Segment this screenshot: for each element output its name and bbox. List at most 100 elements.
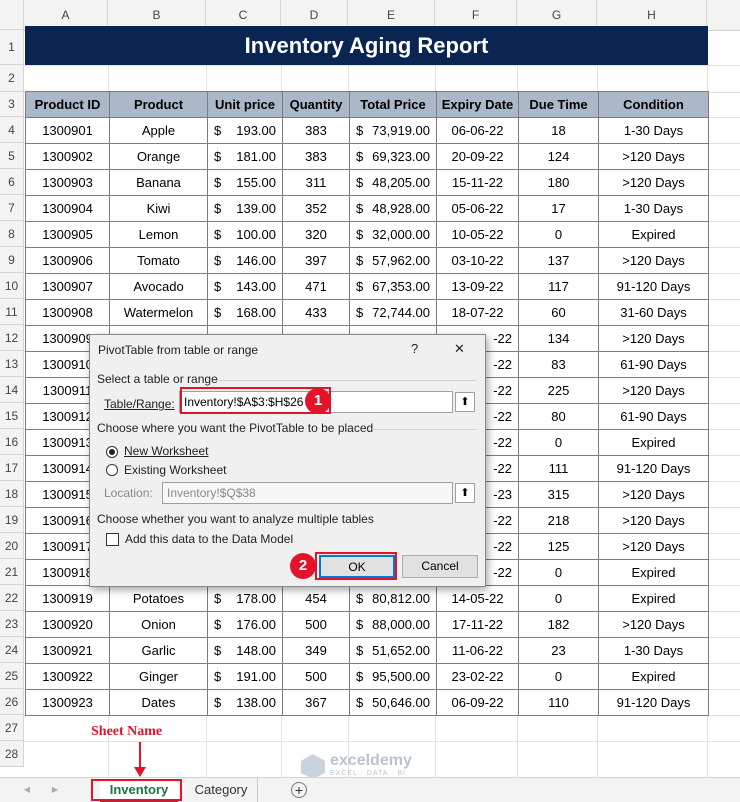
- table-cell[interactable]: 23: [518, 637, 599, 664]
- table-cell[interactable]: >120 Days: [598, 611, 709, 638]
- table-cell[interactable]: Expired: [598, 429, 709, 456]
- table-cell[interactable]: 0: [518, 559, 599, 586]
- row-header-17[interactable]: 17: [0, 455, 24, 481]
- table-cell[interactable]: 1-30 Days: [598, 195, 709, 222]
- location-picker-button[interactable]: ⬆: [455, 483, 475, 503]
- table-cell[interactable]: 180: [518, 169, 599, 196]
- table-cell[interactable]: 1-30 Days: [598, 117, 709, 144]
- table-cell[interactable]: >120 Days: [598, 247, 709, 274]
- row-header-27[interactable]: 27: [0, 715, 24, 741]
- sheet-tab-category[interactable]: Category: [185, 778, 258, 802]
- row-header-5[interactable]: 5: [0, 143, 24, 169]
- table-cell[interactable]: Kiwi: [109, 195, 208, 222]
- row-header-13[interactable]: 13: [0, 351, 24, 377]
- table-cell[interactable]: 1300906: [25, 247, 110, 274]
- row-header-18[interactable]: 18: [0, 481, 24, 507]
- table-cell[interactable]: 117: [518, 273, 599, 300]
- table-cell[interactable]: 17: [518, 195, 599, 222]
- table-cell[interactable]: 23-02-22: [436, 663, 519, 690]
- table-cell[interactable]: 18: [518, 117, 599, 144]
- row-header-23[interactable]: 23: [0, 611, 24, 637]
- table-cell[interactable]: 225: [518, 377, 599, 404]
- table-cell[interactable]: 320: [282, 221, 350, 248]
- table-cell[interactable]: 61-90 Days: [598, 403, 709, 430]
- table-cell[interactable]: $148.00: [207, 637, 283, 664]
- row-header-28[interactable]: 28: [0, 741, 24, 767]
- row-header-25[interactable]: 25: [0, 663, 24, 689]
- table-cell[interactable]: $138.00: [207, 689, 283, 716]
- table-cell[interactable]: Potatoes: [109, 585, 208, 612]
- table-cell[interactable]: $51,652.00: [349, 637, 437, 664]
- table-cell[interactable]: 61-90 Days: [598, 351, 709, 378]
- table-cell[interactable]: 80: [518, 403, 599, 430]
- table-cell[interactable]: >120 Days: [598, 143, 709, 170]
- table-cell[interactable]: 125: [518, 533, 599, 560]
- table-cell[interactable]: 0: [518, 663, 599, 690]
- new-worksheet-radio[interactable]: [106, 446, 118, 458]
- table-cell[interactable]: $48,205.00: [349, 169, 437, 196]
- row-header-12[interactable]: 12: [0, 325, 24, 351]
- row-header-8[interactable]: 8: [0, 221, 24, 247]
- table-cell[interactable]: 05-06-22: [436, 195, 519, 222]
- table-cell[interactable]: $139.00: [207, 195, 283, 222]
- table-cell[interactable]: >120 Days: [598, 169, 709, 196]
- row-header-19[interactable]: 19: [0, 507, 24, 533]
- table-cell[interactable]: 1300902: [25, 143, 110, 170]
- table-cell[interactable]: Garlic: [109, 637, 208, 664]
- row-header-14[interactable]: 14: [0, 377, 24, 403]
- table-cell[interactable]: >120 Days: [598, 481, 709, 508]
- table-cell[interactable]: 218: [518, 507, 599, 534]
- table-cell[interactable]: 182: [518, 611, 599, 638]
- table-cell[interactable]: >120 Days: [598, 377, 709, 404]
- table-cell[interactable]: 83: [518, 351, 599, 378]
- table-cell[interactable]: $191.00: [207, 663, 283, 690]
- row-header-3[interactable]: 3: [0, 92, 24, 117]
- table-cell[interactable]: 06-06-22: [436, 117, 519, 144]
- table-cell[interactable]: 03-10-22: [436, 247, 519, 274]
- select-all-corner[interactable]: [0, 0, 24, 30]
- table-cell[interactable]: Expired: [598, 559, 709, 586]
- table-cell[interactable]: Expired: [598, 585, 709, 612]
- table-cell[interactable]: 0: [518, 585, 599, 612]
- table-cell[interactable]: Dates: [109, 689, 208, 716]
- table-cell[interactable]: 1300907: [25, 273, 110, 300]
- table-cell[interactable]: $155.00: [207, 169, 283, 196]
- table-cell[interactable]: 110: [518, 689, 599, 716]
- existing-worksheet-radio[interactable]: [106, 464, 118, 476]
- table-cell[interactable]: Lemon: [109, 221, 208, 248]
- row-header-26[interactable]: 26: [0, 689, 24, 715]
- table-cell[interactable]: 1300905: [25, 221, 110, 248]
- table-cell[interactable]: 134: [518, 325, 599, 352]
- table-cell[interactable]: Ginger: [109, 663, 208, 690]
- close-icon[interactable]: ✕: [454, 341, 465, 357]
- table-cell[interactable]: 124: [518, 143, 599, 170]
- table-cell[interactable]: 18-07-22: [436, 299, 519, 326]
- table-cell[interactable]: 311: [282, 169, 350, 196]
- table-cell[interactable]: 91-120 Days: [598, 689, 709, 716]
- row-header-21[interactable]: 21: [0, 559, 24, 585]
- row-header-2[interactable]: 2: [0, 65, 24, 92]
- row-header-20[interactable]: 20: [0, 533, 24, 559]
- table-cell[interactable]: 15-11-22: [436, 169, 519, 196]
- row-header-6[interactable]: 6: [0, 169, 24, 195]
- cancel-button[interactable]: Cancel: [402, 555, 478, 578]
- table-cell[interactable]: >120 Days: [598, 507, 709, 534]
- table-cell[interactable]: 383: [282, 143, 350, 170]
- table-cell[interactable]: 1300921: [25, 637, 110, 664]
- table-cell[interactable]: $32,000.00: [349, 221, 437, 248]
- row-header-10[interactable]: 10: [0, 273, 24, 299]
- table-cell[interactable]: 471: [282, 273, 350, 300]
- table-cell[interactable]: 10-05-22: [436, 221, 519, 248]
- table-cell[interactable]: 397: [282, 247, 350, 274]
- row-header-1[interactable]: 1: [0, 30, 24, 65]
- table-cell[interactable]: 06-09-22: [436, 689, 519, 716]
- table-cell[interactable]: $69,323.00: [349, 143, 437, 170]
- table-cell[interactable]: $50,646.00: [349, 689, 437, 716]
- data-model-checkbox[interactable]: [106, 533, 119, 546]
- table-cell[interactable]: Expired: [598, 221, 709, 248]
- table-cell[interactable]: $176.00: [207, 611, 283, 638]
- row-header-15[interactable]: 15: [0, 403, 24, 429]
- table-cell[interactable]: Banana: [109, 169, 208, 196]
- prev-sheet-icon[interactable]: ◀: [20, 778, 34, 802]
- table-cell[interactable]: 1300923: [25, 689, 110, 716]
